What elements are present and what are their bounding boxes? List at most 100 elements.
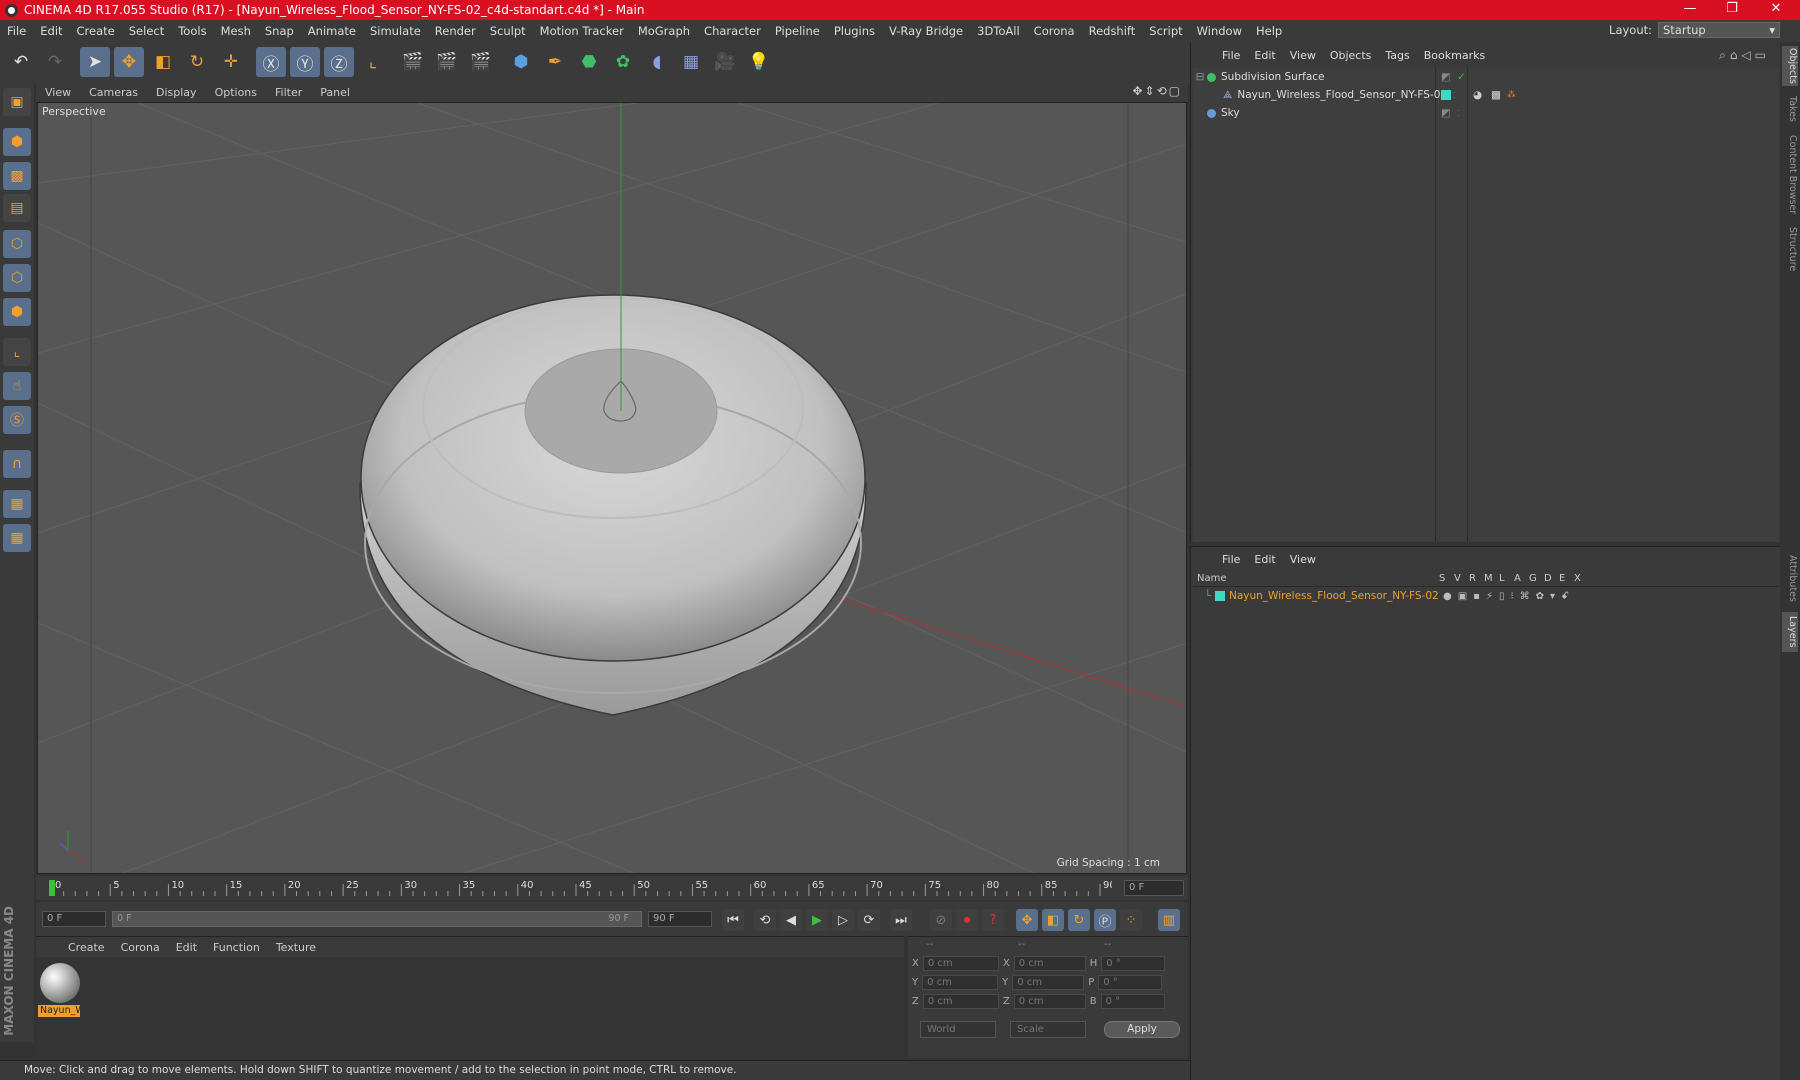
timeline[interactable]: 0 5 10 15 20 25 30 35 40 45 50 55 60 65 70 75 80 85 90 0 F <box>36 876 1188 900</box>
layer-column-e[interactable]: E <box>1559 573 1565 584</box>
deformer-icon[interactable]: ◖ <box>642 47 672 77</box>
tab-layers[interactable]: Layers <box>1782 612 1798 652</box>
workplane-icon[interactable]: ▤ <box>3 194 31 222</box>
menu-edit[interactable]: Edit <box>33 24 69 38</box>
texture-tag-icon[interactable]: ▩ <box>1491 89 1501 101</box>
viewport-menu-panel[interactable]: Panel <box>311 86 359 99</box>
visibility-toggle-icon[interactable]: ◩ <box>1441 71 1451 83</box>
object-menu-view[interactable]: View <box>1283 49 1323 62</box>
object-menu-file[interactable]: File <box>1215 49 1247 62</box>
layout-dropdown[interactable]: Startup <box>1658 22 1780 38</box>
menu-corona[interactable]: Corona <box>1027 24 1082 38</box>
coordinate-system-icon[interactable]: ⌞ <box>358 47 388 77</box>
object-menu-edit[interactable]: Edit <box>1247 49 1282 62</box>
layer-color-icon[interactable] <box>1215 591 1225 601</box>
visibility-dots-icon[interactable]: ⁚ <box>1453 91 1456 100</box>
maximize-button[interactable]: ❐ <box>1712 0 1752 20</box>
floor-icon[interactable]: ▦ <box>676 47 706 77</box>
layer-column-m[interactable]: M <box>1484 573 1493 584</box>
layer-flags-icons[interactable]: ●▣▪⚡▯⁝⌘✿▾ꗃ <box>1443 591 1575 602</box>
menu-mograph[interactable]: MoGraph <box>631 24 697 38</box>
enabled-check-icon[interactable]: ✓ <box>1457 71 1466 83</box>
pen-spline-icon[interactable]: ✒ <box>540 47 570 77</box>
grid-snap-icon[interactable]: ▦ <box>3 524 31 552</box>
select-arrow-icon[interactable]: ➤ <box>80 47 110 77</box>
viewport-nav-icons[interactable]: ✥⇕⟲▢ <box>1132 84 1182 98</box>
coord-space-dropdown[interactable]: World <box>920 1021 996 1038</box>
go-to-end-icon[interactable]: ⏭ <box>890 909 912 931</box>
visibility-toggle-icon[interactable]: ◩ <box>1441 107 1451 119</box>
menu-window[interactable]: Window <box>1190 24 1249 38</box>
material-menu-function[interactable]: Function <box>205 941 268 954</box>
extra-tag-icon[interactable]: ⁂ <box>1507 90 1516 100</box>
coord-value-field[interactable]: 0 cm <box>1012 974 1085 990</box>
prev-frame-icon[interactable]: ◀ <box>780 909 802 931</box>
visibility-dots-icon[interactable]: ⁚ <box>1457 109 1460 118</box>
tweak-mode-icon[interactable]: ☝ <box>3 372 31 400</box>
collapse-icon[interactable]: ⊟ <box>1193 71 1207 83</box>
texture-mode-icon[interactable]: ▩ <box>3 162 31 190</box>
polygons-mode-icon[interactable]: ⬢ <box>3 298 31 326</box>
layer-column-name[interactable]: Name <box>1197 573 1227 584</box>
object-row-flood-sensor[interactable]: ⟁ Nayun_Wireless_Flood_Sensor_NY-FS-02 ⁚… <box>1193 86 1779 104</box>
coord-scale-dropdown[interactable]: Scale <box>1010 1021 1086 1038</box>
coord-value-field[interactable]: 0 cm <box>1013 955 1086 971</box>
menu-motion-tracker[interactable]: Motion Tracker <box>533 24 631 38</box>
render-picture-viewer-icon[interactable]: 🎬 <box>432 47 462 77</box>
end-frame-field[interactable]: 90 F <box>648 911 712 927</box>
menu-animate[interactable]: Animate <box>301 24 363 38</box>
tab-objects[interactable]: Objects <box>1782 46 1798 86</box>
coord-value-field[interactable]: 0 cm <box>1013 993 1086 1009</box>
menu-help[interactable]: Help <box>1249 24 1289 38</box>
layer-color-icon[interactable] <box>1441 90 1451 100</box>
rotate-icon[interactable]: ↻ <box>182 47 212 77</box>
3d-viewport[interactable]: Perspective Grid Spacing : 1 cm <box>37 102 1187 874</box>
menu-select[interactable]: Select <box>122 24 171 38</box>
z-axis-icon[interactable]: Ⓩ <box>324 47 354 77</box>
undo-icon[interactable]: ↶ <box>6 47 36 77</box>
layer-column-r[interactable]: R <box>1469 573 1476 584</box>
subdivision-icon[interactable]: ⬣ <box>574 47 604 77</box>
close-button[interactable]: ✕ <box>1756 0 1796 20</box>
key-rotation-icon[interactable]: ↻ <box>1068 909 1090 931</box>
menu-create[interactable]: Create <box>70 24 122 38</box>
apply-button[interactable]: Apply <box>1104 1021 1180 1038</box>
object-row-sky[interactable]: Sky ◩ ⁚ <box>1193 104 1779 122</box>
key-position-icon[interactable]: ✥ <box>1016 909 1038 931</box>
coord-value-field[interactable]: 0 cm <box>922 955 999 971</box>
coord-value-field[interactable]: 0 cm <box>922 993 999 1009</box>
key-scale-icon[interactable]: ◧ <box>1042 909 1064 931</box>
transform-icon[interactable]: ✛ <box>216 47 246 77</box>
key-parameter-icon[interactable]: Ⓟ <box>1094 909 1116 931</box>
cube-icon[interactable]: ⬢ <box>506 47 536 77</box>
object-row-subdivision[interactable]: ⊟ Subdivision Surface ◩ ✓ <box>1193 68 1779 86</box>
coord-value-field[interactable]: 0 cm <box>922 974 999 990</box>
points-mode-icon[interactable]: ⬡ <box>3 230 31 258</box>
menu-file[interactable]: File <box>0 24 33 38</box>
x-axis-icon[interactable]: Ⓧ <box>256 47 286 77</box>
material-menu-corona[interactable]: Corona <box>113 941 168 954</box>
material-tag-icon[interactable]: ◕ <box>1473 89 1482 101</box>
tab-content-browser[interactable]: Content Browser <box>1782 132 1798 218</box>
tab-takes[interactable]: Takes <box>1782 92 1798 126</box>
key-point-level-icon[interactable]: ⁘ <box>1120 909 1142 931</box>
render-view-icon[interactable]: 🎬 <box>398 47 428 77</box>
menu-mesh[interactable]: Mesh <box>214 24 258 38</box>
go-to-start-icon[interactable]: ⏮ <box>722 909 744 931</box>
material-menu-edit[interactable]: Edit <box>168 941 205 954</box>
menu-character[interactable]: Character <box>697 24 768 38</box>
next-key-icon[interactable]: ⟳ <box>858 909 880 931</box>
make-editable-icon[interactable]: ▣ <box>3 88 31 116</box>
layer-menu-view[interactable]: View <box>1283 553 1323 566</box>
record-keys-icon[interactable]: ⊘ <box>930 909 952 931</box>
scale-icon[interactable]: ◧ <box>148 47 178 77</box>
mograph-cloner-icon[interactable]: ✿ <box>608 47 638 77</box>
coord-value-field[interactable]: 0 ° <box>1101 955 1166 971</box>
tab-attributes[interactable]: Attributes <box>1782 550 1798 606</box>
next-frame-icon[interactable]: ▷ <box>832 909 854 931</box>
workplane-lock-icon[interactable]: ▦ <box>3 490 31 518</box>
menu-plugins[interactable]: Plugins <box>827 24 882 38</box>
menu-3dtoall[interactable]: 3DToAll <box>970 24 1027 38</box>
viewport-menu-cameras[interactable]: Cameras <box>80 86 147 99</box>
minimize-button[interactable]: — <box>1670 0 1710 20</box>
